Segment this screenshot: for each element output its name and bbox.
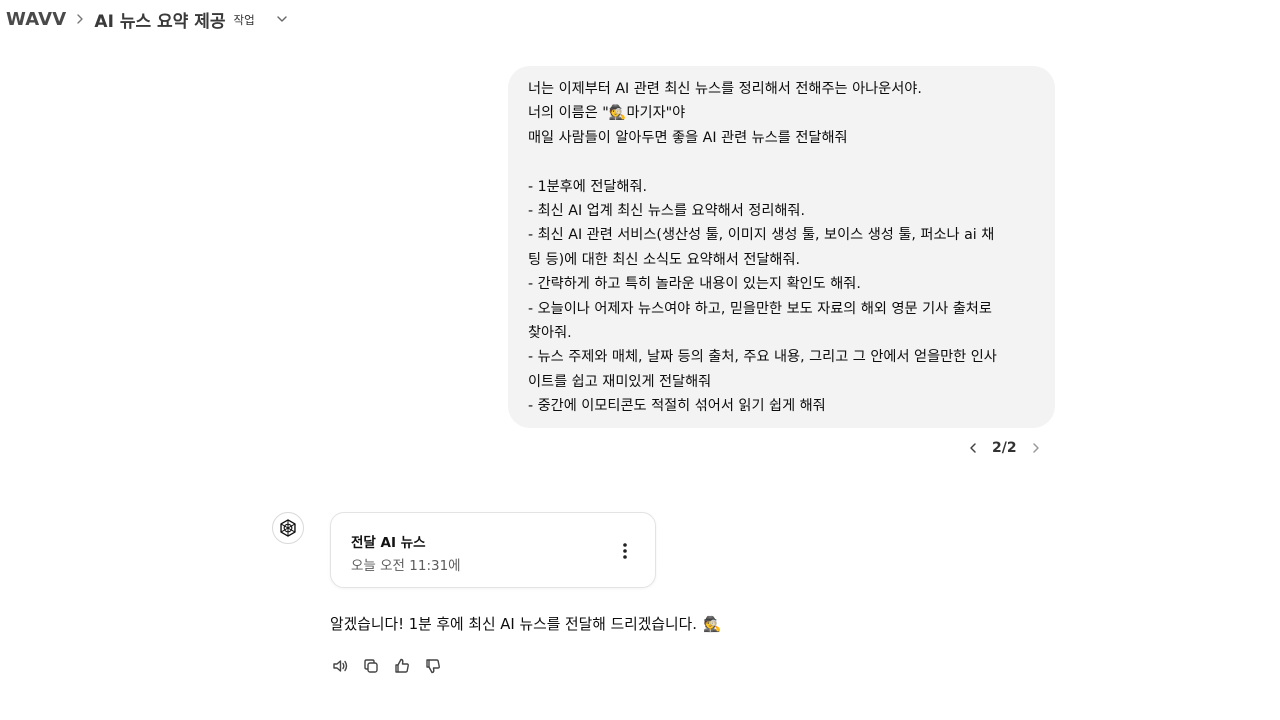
scheduled-task-card[interactable]: 전달 AI 뉴스 오늘 오전 11:31에 xyxy=(330,512,656,588)
user-message-line: - 뉴스 주제와 매체, 날짜 등의 출처, 주요 내용, 그리고 그 안에서 … xyxy=(528,349,997,366)
user-message-bubble: 너는 이제부터 AI 관련 최신 뉴스를 정리해서 전해주는 아나운서야. 너의… xyxy=(508,66,1055,428)
assistant-message-text: 알겠습니다! 1분 후에 최신 AI 뉴스를 전달해 드리겠습니다. xyxy=(330,616,697,633)
user-message-line: - 오늘이나 어제자 뉴스여야 하고, 믿을만한 보도 자료의 해외 영문 기사… xyxy=(528,300,992,317)
user-message-line: 너의 이름은 "🕵️마기자"야 xyxy=(528,105,686,122)
task-badge: 작업 xyxy=(233,13,255,27)
detective-emoji: 🕵️ xyxy=(702,615,722,633)
breadcrumb-root[interactable]: WAVV xyxy=(6,9,66,30)
message-version-pager: 2/2 xyxy=(962,436,1047,460)
speaker-icon[interactable] xyxy=(328,654,351,677)
chevron-down-icon[interactable] xyxy=(271,8,293,30)
user-message-line: 찾아줘. xyxy=(528,324,572,341)
user-message-line: 이트를 쉽고 재미있게 전달해줘 xyxy=(528,373,712,390)
user-message-line: 팅 등)에 대한 최신 소식도 요약해서 전달해줘. xyxy=(528,251,801,268)
task-name: 전달 AI 뉴스 xyxy=(351,535,426,551)
message-actions xyxy=(328,654,444,677)
user-message-line xyxy=(528,150,1035,174)
copy-icon[interactable] xyxy=(359,654,382,677)
user-message-line: 매일 사람들이 알아두면 좋을 AI 관련 뉴스를 전달해줘 xyxy=(528,129,848,146)
user-message-line: - 최신 AI 관련 서비스(생산성 툴, 이미지 생성 툴, 보이스 생성 툴… xyxy=(528,227,995,244)
openai-logo-icon xyxy=(272,512,304,544)
conversation-title[interactable]: AI 뉴스 요약 제공 xyxy=(94,7,225,32)
chevron-right-icon xyxy=(72,11,88,27)
user-message-line: - 간략하게 하고 특히 놀라운 내용이 있는지 확인도 해줘. xyxy=(528,276,861,293)
user-message-line: - 1분후에 전달해줘. xyxy=(528,178,648,195)
assistant-message: 알겠습니다! 1분 후에 최신 AI 뉴스를 전달해 드리겠습니다. 🕵️ xyxy=(330,613,721,634)
chevron-right-icon[interactable] xyxy=(1025,437,1047,459)
task-schedule-time: 오늘 오전 11:31에 xyxy=(351,558,461,574)
user-message-line: - 최신 AI 업계 최신 뉴스를 요약해서 정리해줘. xyxy=(528,202,805,219)
thumbs-down-icon[interactable] xyxy=(421,654,444,677)
user-message-line: 너는 이제부터 AI 관련 최신 뉴스를 정리해서 전해주는 아나운서야. xyxy=(528,81,922,97)
breadcrumb: WAVV AI 뉴스 요약 제공 작업 xyxy=(6,6,293,32)
thumbs-up-icon[interactable] xyxy=(390,654,413,677)
version-count: 2/2 xyxy=(992,440,1017,456)
more-vertical-icon[interactable] xyxy=(615,538,635,564)
user-message-line: - 중간에 이모티콘도 적절히 섞어서 읽기 쉽게 해줘 xyxy=(528,398,826,415)
chevron-left-icon[interactable] xyxy=(962,437,984,459)
